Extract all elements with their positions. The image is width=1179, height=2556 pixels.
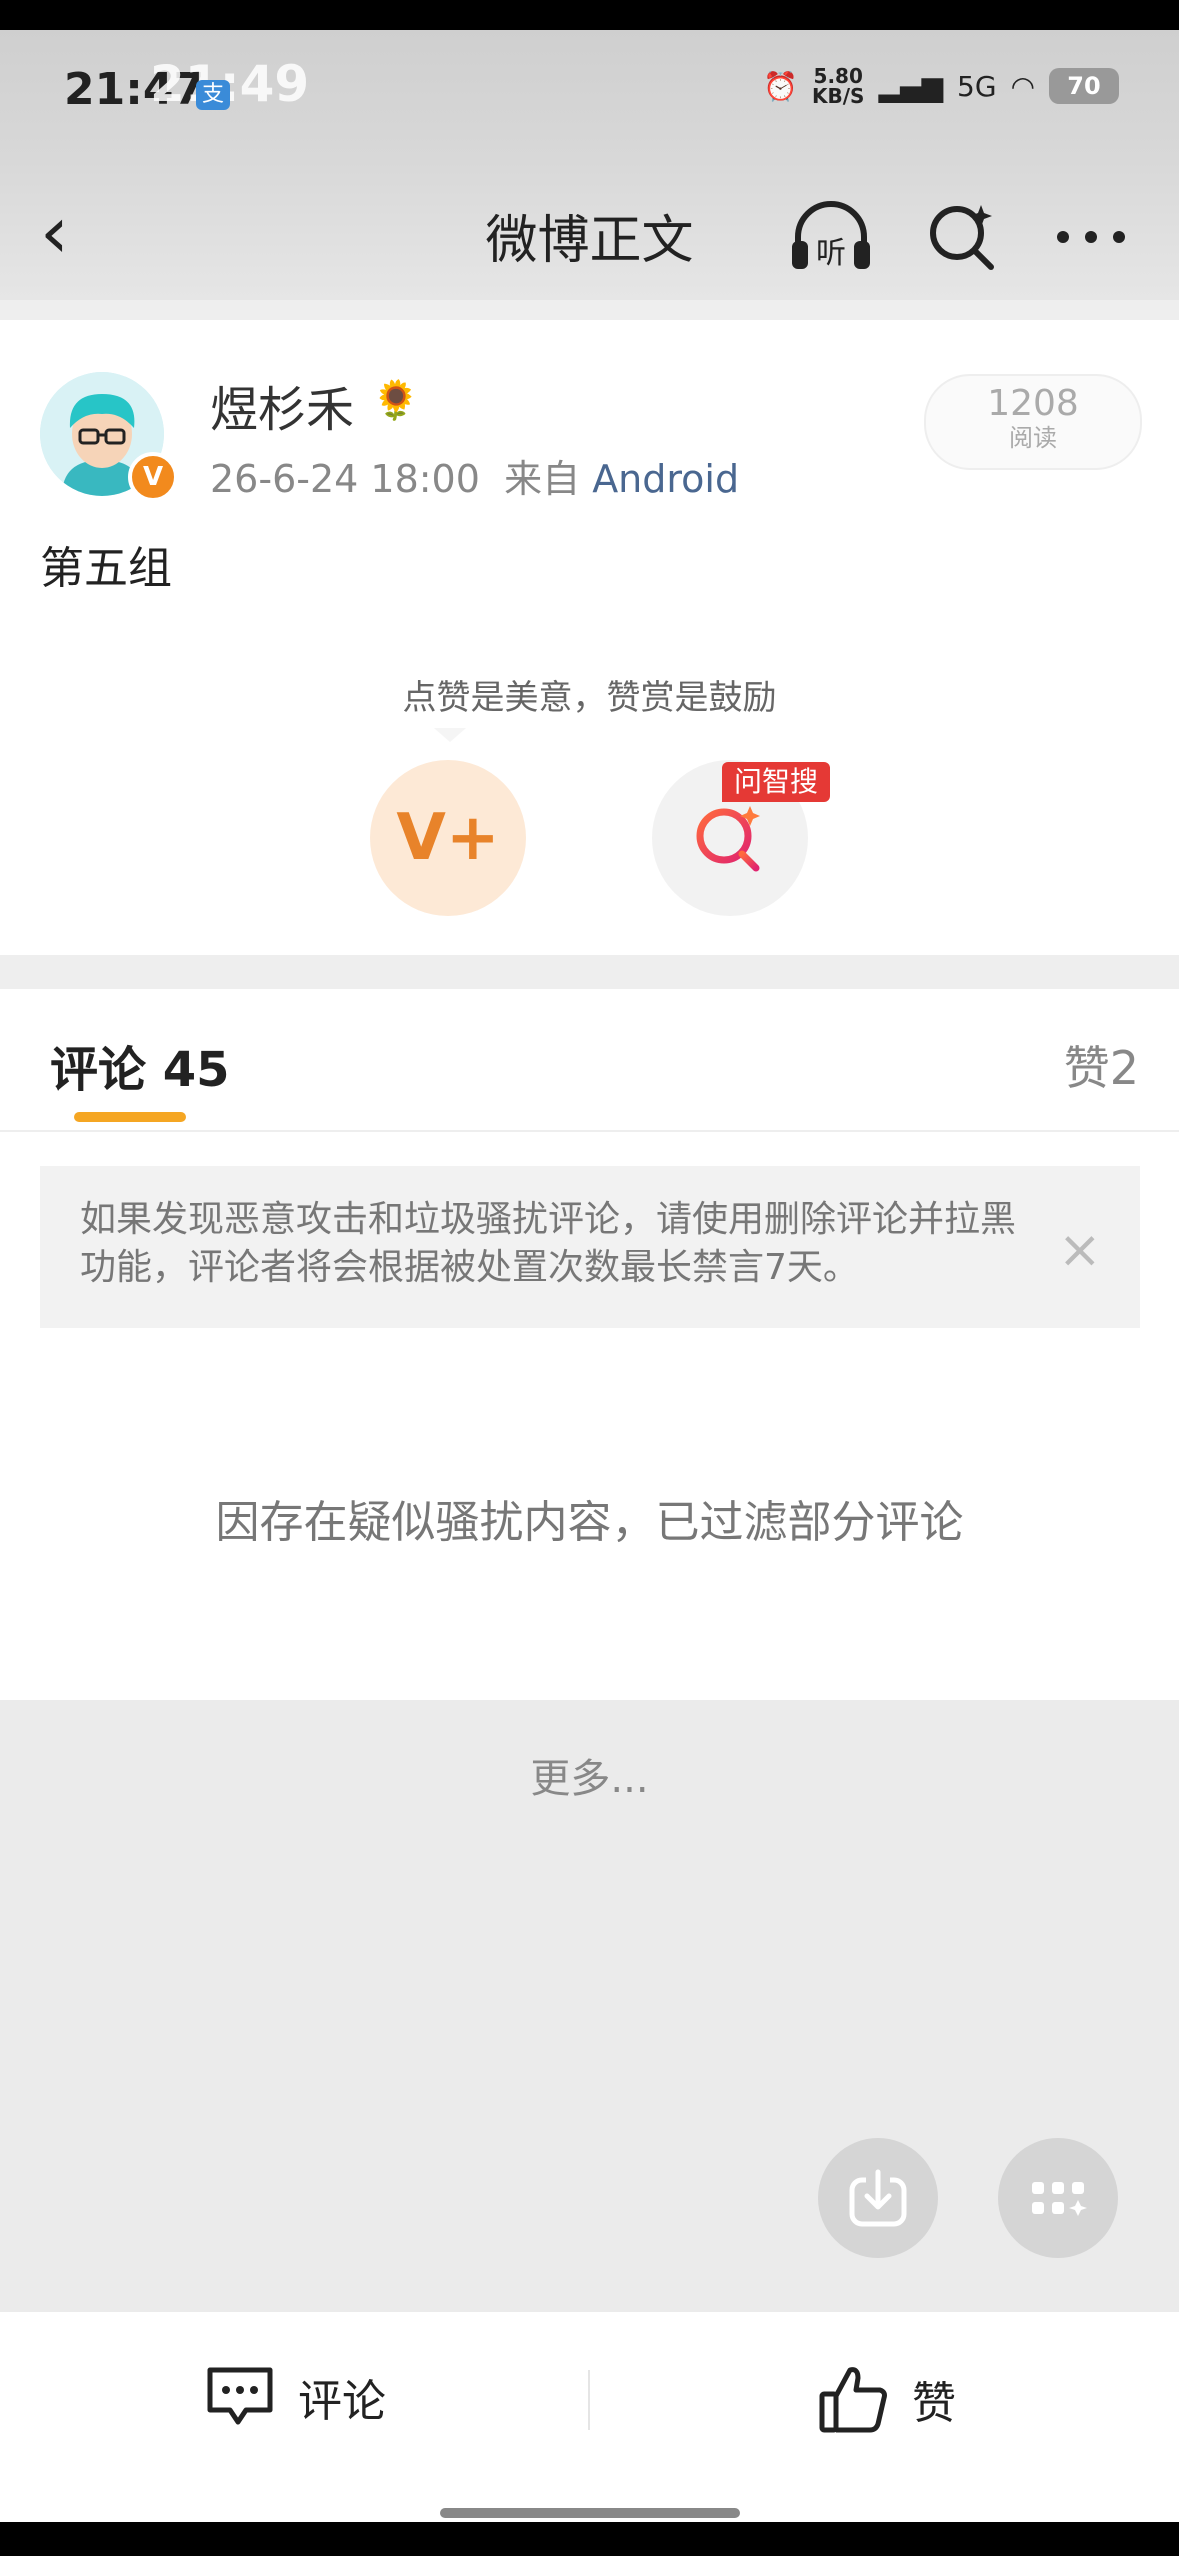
svg-text:听: 听 — [816, 236, 846, 271]
download-icon — [849, 2169, 907, 2227]
alarm-icon: ⏰ — [763, 69, 798, 103]
comment-icon — [207, 2367, 273, 2425]
like-button[interactable]: 赞 — [818, 2364, 956, 2434]
signal-icon: ▂▄▆ — [878, 69, 944, 103]
more-options-icon[interactable] — [1046, 192, 1136, 282]
read-count-pill: 1208 阅读 — [924, 374, 1142, 470]
post-timestamp: 26-6-24 18:00 — [210, 457, 480, 501]
notice-text: 如果发现恶意攻击和垃圾骚扰评论，请使用删除评论并拉黑功能，评论者将会根据被处置次… — [80, 1199, 1017, 1288]
net-speed: 5.80 KB/S — [811, 64, 865, 108]
apps-grid-icon — [1032, 2182, 1087, 2216]
bottom-bar-divider — [588, 2370, 590, 2430]
network-type: 5G — [957, 69, 997, 103]
section-divider — [0, 300, 1179, 320]
tab-divider — [0, 1130, 1179, 1132]
comment-label: 评论 — [298, 2376, 386, 2427]
sunflower-emoji-icon: 🌻 — [372, 378, 420, 422]
tab-likes[interactable]: 赞2 — [1064, 1032, 1139, 1098]
system-indicators: ⏰ 5.80 KB/S ▂▄▆ 5G ◠ 70 — [763, 66, 1119, 106]
read-count: 1208 — [987, 383, 1079, 424]
post-content: 第五组 — [40, 543, 172, 594]
wifi-icon: ◠ — [1010, 69, 1035, 103]
reward-button[interactable]: V+ — [370, 760, 526, 916]
source-prefix: 来自 — [504, 457, 581, 501]
notification-badge-icon: 支 — [196, 80, 230, 110]
download-button[interactable] — [818, 2138, 938, 2258]
bottom-strip — [0, 2522, 1179, 2556]
thumbs-up-icon — [819, 2367, 887, 2433]
reward-hint: 点赞是美意，赞赏是鼓励 — [402, 678, 777, 718]
apps-grid-button[interactable] — [998, 2138, 1118, 2258]
close-icon[interactable]: × — [1058, 1220, 1102, 1280]
section-divider-2 — [0, 955, 1179, 989]
post-source: Android — [592, 457, 740, 501]
active-tab-indicator — [74, 1112, 186, 1122]
zhisou-tag: 问智搜 — [722, 762, 831, 802]
home-indicator[interactable] — [440, 2508, 740, 2518]
comment-button[interactable]: 评论 — [204, 2364, 386, 2430]
search-sparkle-icon[interactable] — [916, 192, 1006, 282]
top-strip — [0, 0, 1179, 30]
verified-badge-icon: V — [128, 452, 178, 502]
more-link[interactable]: 更多... — [0, 1746, 1179, 1804]
listen-headphones-icon[interactable]: 听 — [786, 192, 876, 282]
filtered-comments-text: 因存在疑似骚扰内容，已过滤部分评论 — [215, 1497, 964, 1548]
battery-icon: 70 — [1049, 68, 1119, 104]
hint-pointer — [434, 728, 466, 742]
post-meta: 26-6-24 18:00 来自 Android — [210, 448, 739, 503]
username[interactable]: 煜杉禾 — [210, 370, 354, 440]
read-label: 阅读 — [1009, 424, 1057, 452]
like-label: 赞 — [912, 2378, 956, 2429]
tab-comments[interactable]: 评论 45 — [50, 1030, 230, 1100]
reward-v-plus-icon: V+ — [396, 801, 500, 875]
